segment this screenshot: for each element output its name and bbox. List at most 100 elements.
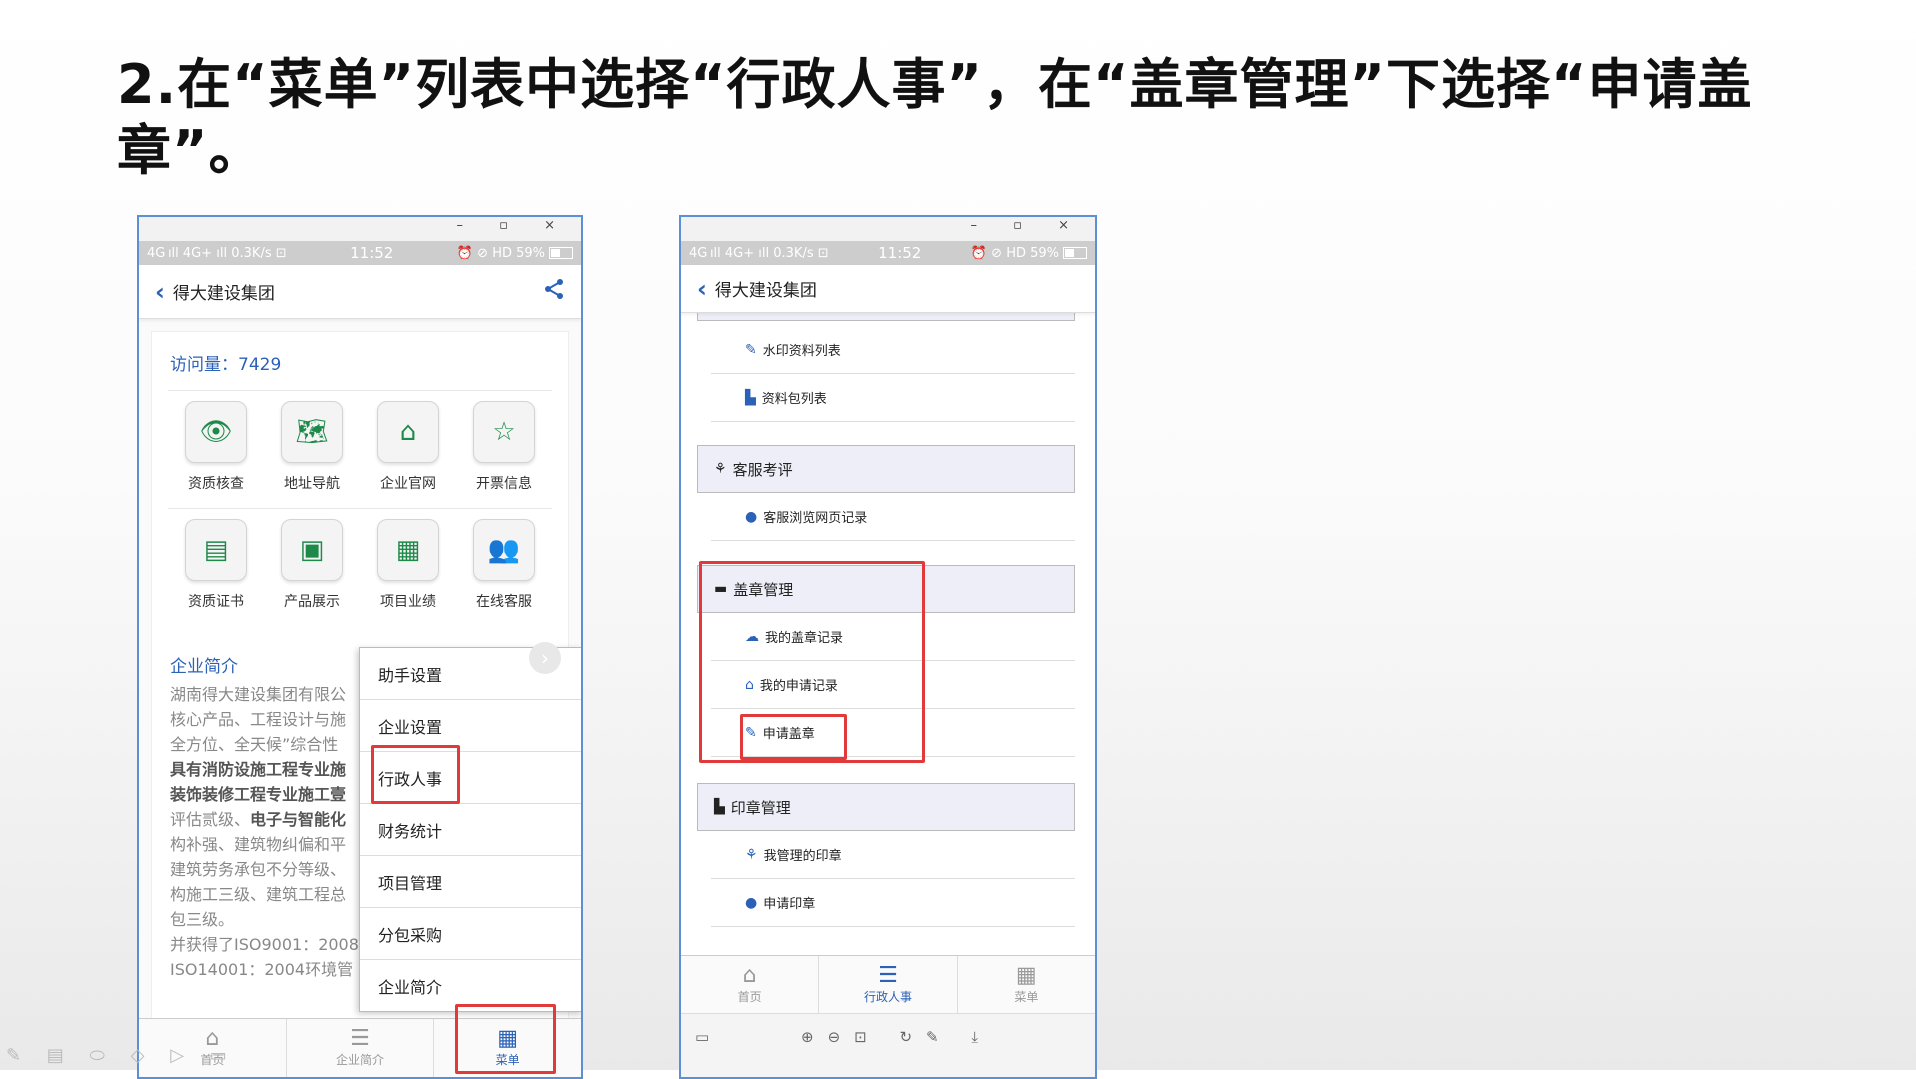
list-item-wode-yinzhang[interactable]: ⚘ 我管理的印章 xyxy=(711,831,1075,879)
chart-icon: ▙ xyxy=(714,799,725,815)
status-right: ⏰ ⊘ HD 59% xyxy=(457,246,573,261)
grid-item-label: 开票信息 xyxy=(476,476,532,492)
list-item-label: 我管理的印章 xyxy=(763,849,842,864)
bottom-tabbar: ⌂ 首页 ☰ 行政人事 ▦ 菜单 xyxy=(681,955,1095,1014)
menu-item-qiye-jianjie[interactable]: 企业简介 xyxy=(360,960,581,1011)
home-icon: ⌂ xyxy=(745,676,754,693)
grid-item-xiangmu-yeji[interactable]: ▦ 项目业绩 xyxy=(360,509,456,626)
list-item-shenqing-gaizhang[interactable]: ✎ 申请盖章 xyxy=(711,709,1075,757)
monitor-icon[interactable]: ▭ xyxy=(695,1028,709,1046)
grid-item-kaipiao-xinxi[interactable]: ☆ 开票信息 xyxy=(456,391,552,508)
annotation-toolbar[interactable]: ✎ ▤ ⬭ ◇ ▷ ▭ xyxy=(6,1045,237,1066)
tab-label: 菜单 xyxy=(1014,990,1039,1004)
grid-icon: ▦ xyxy=(1015,963,1037,988)
tab-home[interactable]: ⌂ 首页 xyxy=(681,956,820,1014)
window-controls[interactable]: – ▫ × xyxy=(971,218,1085,233)
grid-item-chanpin-zhanshi[interactable]: ▣ 产品展示 xyxy=(264,509,360,626)
feature-grid: 👁 资质核查 🗺 地址导航 ⌂ 企业官网 ☆ 开票信息 ▤ 资质证书 ▣ 产品展示 ▦ 项目业… xyxy=(168,390,552,626)
grid-item-label: 产品展示 xyxy=(284,594,340,610)
chevron-right-icon[interactable]: › xyxy=(529,642,561,674)
section-label: 印章管理 xyxy=(730,798,791,817)
window-titlebar: – ▫ × xyxy=(681,217,1095,241)
sliders-icon: ☰ xyxy=(350,1026,370,1051)
building-icon: ▦ xyxy=(377,519,439,581)
grid-item-zizhi-zhengshu[interactable]: ▤ 资质证书 xyxy=(168,509,264,626)
status-bar: 4G ıll 4G+ ıll 0.3K/s ⊡ 11:52 ⏰ ⊘ HD 59% xyxy=(139,241,581,265)
eye-icon: 👁 xyxy=(185,401,247,463)
list-item-shenqing-yinzhang[interactable]: ● 申请印章 xyxy=(711,879,1075,927)
window-controls[interactable]: – ▫ × xyxy=(457,218,571,233)
grid-item-zaixian-kefu[interactable]: 👥 在线客服 xyxy=(456,509,552,626)
users-icon: 👥 xyxy=(473,519,535,581)
battery-icon xyxy=(549,247,573,259)
grid-item-label: 在线客服 xyxy=(476,594,532,610)
menu-item-xiangmu-guanli[interactable]: 项目管理 xyxy=(360,856,581,908)
signal-indicator: 4G ıll 4G+ ıll 0.3K/s ⊡ xyxy=(147,245,287,261)
grid-item-zizhi-hecha[interactable]: 👁 资质核查 xyxy=(168,391,264,508)
list-item-kefu-liulan[interactable]: ● 客服浏览网页记录 xyxy=(711,493,1075,541)
menu-list: ✎ 水印资料列表 ▙ 资料包列表 ⚘ 客服考评 ● 客服浏览网页记录 ▬ 盖章管理 ☁ 我的… xyxy=(681,313,1095,949)
tab-label: 首页 xyxy=(737,990,762,1004)
zoom-tools[interactable]: ⊕⊖⊡ ↻✎ ⤓ xyxy=(801,1028,992,1046)
map-icon: 🗺 xyxy=(281,401,343,463)
section-label: 盖章管理 xyxy=(733,580,794,599)
menu-item-xingzheng-renshi[interactable]: 行政人事 xyxy=(360,752,581,804)
star-icon: ☆ xyxy=(473,401,535,463)
menu-item-caiwu-tongji[interactable]: 财务统计 xyxy=(360,804,581,856)
viewer-toolbar: ▭ ⊕⊖⊡ ↻✎ ⤓ xyxy=(681,1013,1095,1077)
certificate-icon: ▤ xyxy=(185,519,247,581)
status-bar: 4G ıll 4G+ ıll 0.3K/s ⊡ 11:52 ⏰ ⊘ HD 59% xyxy=(681,241,1095,265)
list-item-label: 申请印章 xyxy=(763,897,816,912)
grid-icon: ▦ xyxy=(497,1026,519,1051)
list-item-shuiyin[interactable]: ✎ 水印资料列表 xyxy=(711,326,1075,374)
app-title: 得大建设集团 xyxy=(172,284,275,304)
slide-title: 2.在“菜单”列表中选择“行政人事”，在“盖章管理”下选择“申请盖章”。 xyxy=(117,53,1753,182)
home-icon: ⌂ xyxy=(377,401,439,463)
phone-window-left: – ▫ × 4G ıll 4G+ ıll 0.3K/s ⊡ 11:52 ⏰ ⊘ … xyxy=(137,215,583,1079)
menu-item-fenbao-caigou[interactable]: 分包采购 xyxy=(360,908,581,960)
grid-item-label: 资质证书 xyxy=(188,594,244,610)
edit-icon: ✎ xyxy=(745,341,757,358)
plant-icon: ⚘ xyxy=(714,461,727,477)
status-right: ⏰ ⊘ HD 59% xyxy=(971,246,1087,261)
grid-item-label: 地址导航 xyxy=(284,476,340,492)
tab-label: 行政人事 xyxy=(863,990,912,1004)
back-chevron-icon[interactable]: ‹ xyxy=(155,278,165,306)
section-gaizhang-guanli[interactable]: ▬ 盖章管理 xyxy=(697,565,1075,613)
back-chevron-icon[interactable]: ‹ xyxy=(697,275,707,303)
list-item-wode-gaizhang[interactable]: ☁ 我的盖章记录 xyxy=(711,613,1075,661)
tab-menu[interactable]: ▦ 菜单 xyxy=(434,1019,581,1077)
comment-icon: ▬ xyxy=(714,581,728,597)
grid-item-label: 资质核查 xyxy=(188,476,244,492)
tree-icon: ● xyxy=(745,508,758,525)
section-partial xyxy=(697,313,1075,321)
tab-xingzheng-renshi[interactable]: ☰ 行政人事 xyxy=(819,956,958,1014)
tab-menu[interactable]: ▦ 菜单 xyxy=(958,956,1095,1014)
home-icon: ⌂ xyxy=(742,963,757,988)
list-item-label: 水印资料列表 xyxy=(762,344,841,359)
intro-title: 企业简介 xyxy=(170,657,238,677)
tab-label: 企业简介 xyxy=(336,1053,385,1067)
section-yinzhang-guanli[interactable]: ▙ 印章管理 xyxy=(697,783,1075,831)
section-kefu-kaoping[interactable]: ⚘ 客服考评 xyxy=(697,445,1075,493)
sliders-icon: ☰ xyxy=(878,963,898,988)
grid-item-label: 项目业绩 xyxy=(380,594,436,610)
tab-label: 菜单 xyxy=(495,1053,520,1067)
status-time: 11:52 xyxy=(878,244,922,262)
tree-icon: ● xyxy=(745,894,758,911)
menu-item-qiye-shezhi[interactable]: 企业设置 xyxy=(360,700,581,752)
grid-item-dizhi-daohang[interactable]: 🗺 地址导航 xyxy=(264,391,360,508)
visit-count: 访问量：7429 xyxy=(170,355,282,375)
phone-window-right: – ▫ × 4G ıll 4G+ ıll 0.3K/s ⊡ 11:52 ⏰ ⊘ … xyxy=(679,215,1097,1079)
list-item-ziliaobao[interactable]: ▙ 资料包列表 xyxy=(711,374,1075,422)
grid-item-qiye-guanwang[interactable]: ⌂ 企业官网 xyxy=(360,391,456,508)
share-icon[interactable] xyxy=(543,278,565,305)
grid-row: 👁 资质核查 🗺 地址导航 ⌂ 企业官网 ☆ 开票信息 xyxy=(168,390,552,508)
grid-item-label: 企业官网 xyxy=(380,476,436,492)
grid-row: ▤ 资质证书 ▣ 产品展示 ▦ 项目业绩 👥 在线客服 xyxy=(168,508,552,626)
tab-company-intro[interactable]: ☰ 企业简介 xyxy=(287,1019,435,1077)
list-item-wode-shenqing[interactable]: ⌂ 我的申请记录 xyxy=(711,661,1075,709)
chart-icon: ▙ xyxy=(745,389,756,406)
status-time: 11:52 xyxy=(350,244,394,262)
app-header: ‹ 得大建设集团 xyxy=(681,265,1095,313)
